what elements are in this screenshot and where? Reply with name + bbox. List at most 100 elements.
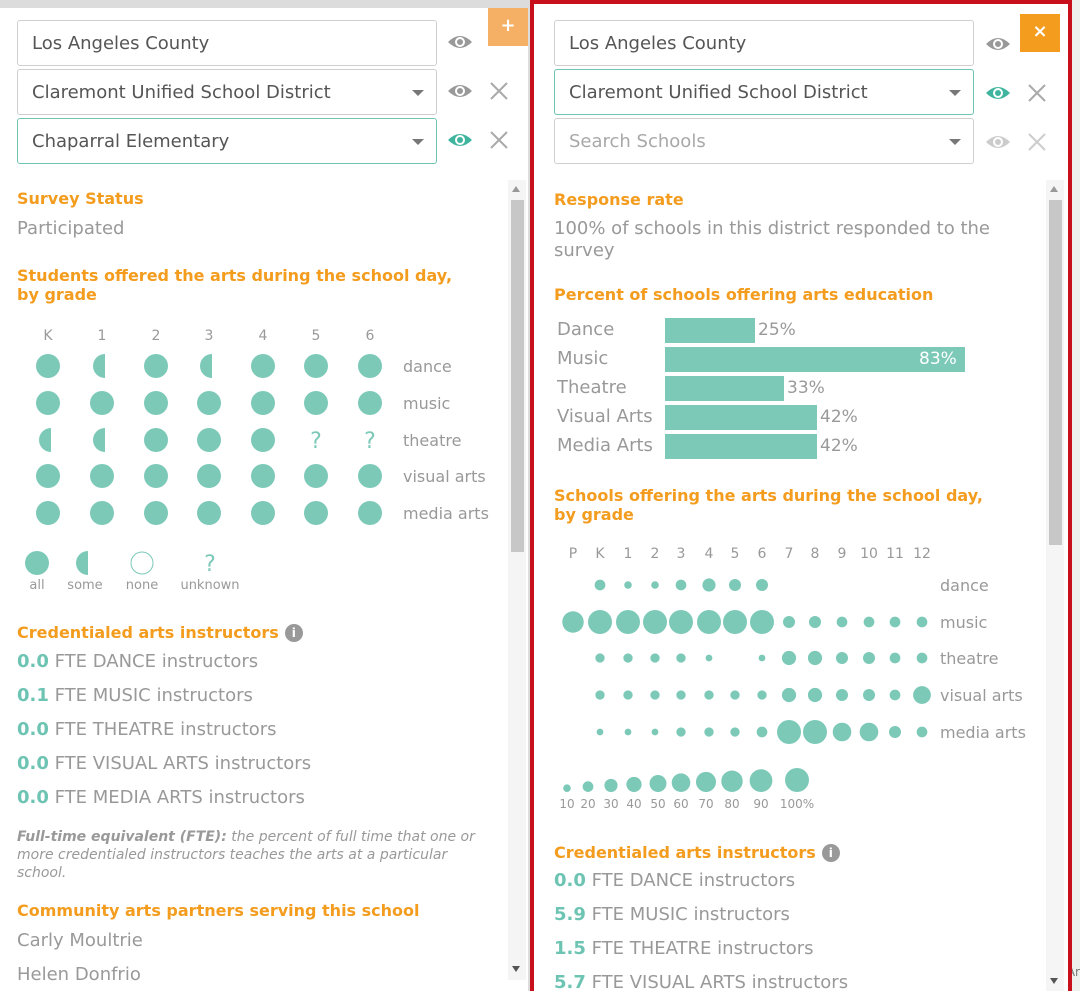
dot-all xyxy=(36,464,60,488)
close-icon[interactable] xyxy=(489,81,509,101)
fte-label: FTE VISUAL ARTS instructors xyxy=(585,972,849,991)
grade-label: 4 xyxy=(705,546,714,562)
grades-heading-line1: Students offered the arts during the sch… xyxy=(17,266,453,285)
bubble xyxy=(783,616,795,628)
district-select[interactable]: Claremont Unified School District xyxy=(17,69,437,115)
grade-label: K xyxy=(43,328,53,344)
eye-icon-disabled[interactable] xyxy=(984,132,1012,152)
legend-all-symbol xyxy=(25,551,49,575)
dot-all xyxy=(197,464,221,488)
eye-icon-active[interactable] xyxy=(984,83,1012,103)
size-legend-label: 30 xyxy=(603,797,618,811)
grade-label: 12 xyxy=(913,546,931,562)
bubble xyxy=(803,720,827,744)
scroll-up-arrow[interactable] xyxy=(1050,186,1058,192)
fte-note-term: Full-time equivalent (FTE): xyxy=(17,829,227,845)
bar-value-label: 33% xyxy=(787,378,825,398)
dot-all xyxy=(90,391,114,415)
bubble xyxy=(859,722,879,742)
grade-label: P xyxy=(569,546,577,562)
dot-all xyxy=(144,391,168,415)
bubble xyxy=(807,650,823,666)
discipline-label: visual arts xyxy=(940,686,1023,705)
dot-all xyxy=(251,464,275,488)
add-panel-button[interactable]: + xyxy=(488,8,528,46)
close-panel-button[interactable]: × xyxy=(1020,14,1060,52)
scrollbar[interactable] xyxy=(508,180,526,980)
size-legend-bubble xyxy=(721,770,743,792)
county-select[interactable]: Los Angeles County xyxy=(554,20,974,66)
bubble xyxy=(863,689,875,701)
bubble xyxy=(777,720,801,744)
bubble xyxy=(730,727,740,737)
close-icon-disabled[interactable] xyxy=(1027,132,1047,152)
dot-all xyxy=(144,428,168,452)
bubble xyxy=(730,690,740,700)
grade-label: 3 xyxy=(677,546,686,562)
legend-label: all xyxy=(29,578,44,593)
bubble xyxy=(704,690,714,700)
dot-all xyxy=(197,501,221,525)
bubble xyxy=(756,579,768,591)
dot-all xyxy=(358,464,382,488)
fte-label: FTE THEATRE instructors xyxy=(585,938,814,959)
scrollbar-thumb[interactable] xyxy=(511,200,524,552)
bubble xyxy=(863,616,875,628)
bar-category-label: Visual Arts xyxy=(557,406,653,427)
close-icon[interactable] xyxy=(1027,83,1047,103)
fte-note: Full-time equivalent (FTE): the percent … xyxy=(17,828,497,882)
fte-value: 0.1 xyxy=(17,685,49,706)
bubble xyxy=(889,616,901,628)
bubble xyxy=(643,610,667,634)
bar-category-label: Theatre xyxy=(557,377,627,398)
bubble xyxy=(863,652,875,664)
scroll-down-arrow[interactable] xyxy=(1050,978,1058,984)
fte-label: FTE VISUAL ARTS instructors xyxy=(48,753,312,774)
info-icon[interactable]: i xyxy=(821,844,840,862)
bubble xyxy=(588,610,612,634)
district-select[interactable]: Claremont Unified School District xyxy=(554,69,974,115)
eye-icon-active[interactable] xyxy=(446,130,474,150)
dot-all xyxy=(36,501,60,525)
bubble xyxy=(676,727,686,737)
fte-line: 5.7 FTE VISUAL ARTS instructors xyxy=(554,972,848,991)
grades-heading-line2: by grade xyxy=(554,505,634,524)
info-icon[interactable]: i xyxy=(284,624,303,642)
bubble xyxy=(650,653,660,663)
county-select[interactable]: Los Angeles County xyxy=(17,20,437,66)
eye-icon[interactable] xyxy=(446,32,474,52)
scrollbar-thumb[interactable] xyxy=(1049,200,1062,545)
instructors-heading-text: Credentialed arts instructors xyxy=(554,843,816,862)
bubble xyxy=(650,690,660,700)
dot-all xyxy=(144,501,168,525)
instructors-heading: Credentialed arts instructors i xyxy=(554,844,840,862)
size-legend-label: 60 xyxy=(673,797,688,811)
fte-value: 0.0 xyxy=(17,753,49,774)
dot-unknown: ? xyxy=(364,429,376,454)
dot-all xyxy=(358,501,382,525)
scrollbar[interactable] xyxy=(1046,180,1064,991)
bar-category-label: Music xyxy=(557,348,609,369)
eye-icon[interactable] xyxy=(984,34,1012,54)
bubble xyxy=(889,726,901,738)
bar xyxy=(665,434,817,459)
bubble xyxy=(705,654,713,662)
bubble xyxy=(616,610,640,634)
bubble xyxy=(651,581,659,589)
dot-all xyxy=(304,501,328,525)
dot-all xyxy=(251,354,275,378)
school-select[interactable]: Chaparral Elementary xyxy=(17,118,437,164)
bar-category-label: Media Arts xyxy=(557,435,653,456)
bubble xyxy=(595,690,605,700)
close-icon[interactable] xyxy=(489,130,509,150)
dot-all xyxy=(304,391,328,415)
fte-value: 1.5 xyxy=(554,938,586,959)
fte-value: 0.0 xyxy=(17,651,49,672)
scroll-down-arrow[interactable] xyxy=(512,966,520,972)
school-search-select[interactable]: Search Schools xyxy=(554,118,974,164)
chevron-down-icon xyxy=(949,139,961,145)
dot-all xyxy=(36,354,60,378)
eye-icon[interactable] xyxy=(446,81,474,101)
scroll-up-arrow[interactable] xyxy=(512,186,520,192)
grade-label: 6 xyxy=(366,328,375,344)
